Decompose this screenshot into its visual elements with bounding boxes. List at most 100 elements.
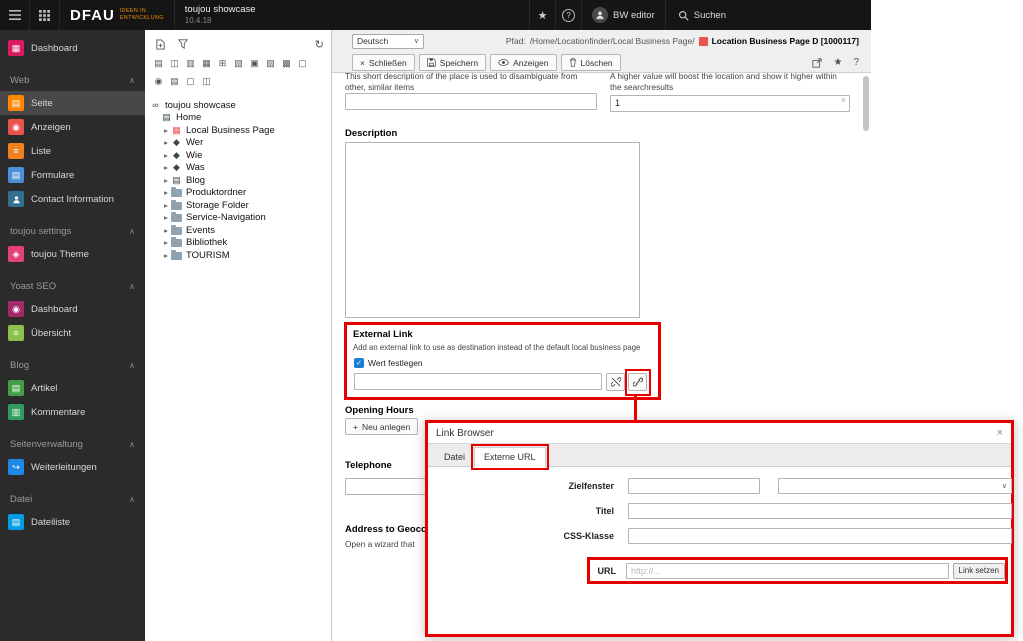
description-textarea[interactable]: [345, 142, 640, 318]
expander-icon[interactable]: ▸: [161, 201, 171, 210]
expander-icon[interactable]: ▸: [161, 138, 171, 147]
page-type-icon[interactable]: ◉: [152, 74, 165, 88]
view-button[interactable]: Anzeigen: [490, 54, 557, 71]
set-link-button[interactable]: Link setzen: [952, 562, 1005, 579]
menu-collapse-button[interactable]: [0, 0, 30, 30]
open-in-window-icon[interactable]: [812, 57, 823, 68]
checkbox-checked-icon[interactable]: ✓: [354, 358, 364, 368]
bookmark-star-icon[interactable]: ★: [833, 57, 842, 68]
page-type-icon[interactable]: ⊞: [216, 56, 229, 70]
target-label: Zielfenster: [568, 481, 614, 491]
tree-item-blog[interactable]: ▸ ▤ Blog: [145, 174, 331, 187]
sidebar-item-yoast-dashboard[interactable]: ◉ Dashboard: [0, 297, 145, 321]
expander-icon[interactable]: ▸: [161, 163, 171, 172]
external-link-input[interactable]: [354, 373, 602, 390]
help-icon[interactable]: ?: [853, 57, 859, 68]
new-page-button[interactable]: [152, 36, 168, 52]
expander-icon[interactable]: ▸: [161, 188, 171, 197]
page-type-icon[interactable]: ▥: [184, 56, 197, 70]
expander-icon[interactable]: ▸: [161, 151, 171, 160]
page-type-icon[interactable]: ▢: [296, 56, 309, 70]
page-type-icon[interactable]: ▢: [184, 74, 197, 88]
tree-item-wer[interactable]: ▸ ◆ Wer: [145, 137, 331, 150]
shortdesc-input[interactable]: [345, 93, 597, 110]
title-input[interactable]: [628, 503, 1012, 519]
clear-icon[interactable]: ×: [841, 95, 846, 105]
new-record-button[interactable]: + Neu anlegen: [345, 418, 419, 435]
unlink-button[interactable]: [606, 373, 625, 391]
sidebar-item-seite[interactable]: ▤ Seite: [0, 91, 145, 115]
record-icon: [698, 36, 708, 46]
sidebar-section-yoast-seo[interactable]: Yoast SEO ∧: [0, 275, 145, 297]
page-type-icon[interactable]: ▤: [152, 56, 165, 70]
tree-item-tourism[interactable]: ▸ TOURISM: [145, 249, 331, 262]
page-type-icon[interactable]: ▩: [280, 56, 293, 70]
page-type-icon[interactable]: ▨: [264, 56, 277, 70]
sidebar-section-seitenverwaltung[interactable]: Seitenverwaltung ∧: [0, 433, 145, 455]
sidebar-item-toujou-theme[interactable]: ◈ toujou Theme: [0, 242, 145, 266]
filter-button[interactable]: [175, 36, 191, 52]
expander-icon[interactable]: ▸: [161, 251, 171, 260]
search-button[interactable]: Suchen: [664, 0, 738, 30]
page-type-icon[interactable]: ◫: [200, 74, 213, 88]
tree-item-produktordner[interactable]: ▸ Produktordner: [145, 187, 331, 200]
url-input[interactable]: [625, 562, 949, 579]
tab-externe-url[interactable]: Externe URL: [471, 444, 549, 470]
css-class-input[interactable]: [628, 528, 1012, 544]
sidebar-section-blog[interactable]: Blog ∧: [0, 354, 145, 376]
page-type-icon[interactable]: ◫: [168, 56, 181, 70]
language-select[interactable]: Deutsch ∨: [352, 33, 424, 49]
tree-item-home[interactable]: ▤ Home: [145, 112, 331, 125]
sidebar-item-uebersicht[interactable]: ≡ Übersicht: [0, 321, 145, 345]
expander-icon[interactable]: ▸: [161, 176, 171, 185]
page-type-icon[interactable]: ▧: [232, 56, 245, 70]
sidebar-item-weiterleitungen[interactable]: ↪ Weiterleitungen: [0, 455, 145, 479]
page-type-icon[interactable]: ▤: [168, 74, 181, 88]
sidebar-item-liste[interactable]: ≡ Liste: [0, 139, 145, 163]
set-value-checkbox[interactable]: ✓ Wert festlegen: [354, 358, 423, 368]
sidebar-section-toujou-settings[interactable]: toujou settings ∧: [0, 220, 145, 242]
user-menu[interactable]: BW editor: [581, 0, 665, 30]
scrollbar-thumb[interactable]: [863, 76, 869, 131]
sidebar-item-dashboard[interactable]: ▦ Dashboard: [0, 36, 145, 60]
docheader-row-1: Deutsch ∨ Pfad: /Home/Locationfinder/Loc…: [332, 30, 871, 52]
tree-item-bibliothek[interactable]: ▸ Bibliothek: [145, 237, 331, 250]
modal-close-icon[interactable]: ×: [997, 427, 1003, 439]
tree-item-service-navigation[interactable]: ▸ Service-Navigation: [145, 212, 331, 225]
tree-item-root[interactable]: ∞ toujou showcase: [145, 99, 331, 112]
link-browser-button[interactable]: [628, 373, 647, 391]
tree-item-was[interactable]: ▸ ◆ Was: [145, 162, 331, 175]
tab-datei[interactable]: Datei: [435, 448, 474, 466]
target-input[interactable]: [628, 478, 760, 494]
page-type-icon[interactable]: ▦: [200, 56, 213, 70]
sidebar-item-dateiliste[interactable]: ▤ Dateiliste: [0, 510, 145, 534]
module-menu-button[interactable]: [30, 0, 60, 30]
refresh-button[interactable]: ↻: [315, 38, 324, 51]
tree-item-wie[interactable]: ▸ ◆ Wie: [145, 149, 331, 162]
bookmark-button[interactable]: ★: [529, 0, 555, 30]
tree-item-storage-folder[interactable]: ▸ Storage Folder: [145, 199, 331, 212]
tree-item-local-business-page[interactable]: ▸ ▦ Local Business Page: [145, 124, 331, 137]
tree-item-events[interactable]: ▸ Events: [145, 224, 331, 237]
sidebar-section-datei[interactable]: Datei ∧: [0, 488, 145, 510]
delete-button[interactable]: Löschen: [560, 54, 621, 71]
expander-icon[interactable]: ▸: [161, 126, 171, 135]
save-button[interactable]: Speichern: [418, 54, 487, 71]
sidebar-item-formulare[interactable]: ▤ Formulare: [0, 163, 145, 187]
sidebar-section-web[interactable]: Web ∧: [0, 69, 145, 91]
boost-input[interactable]: [610, 94, 850, 112]
dfau-logo[interactable]: DFAU IDEEN IN ENTWICKLUNG: [60, 0, 174, 30]
sidebar-item-artikel[interactable]: ▤ Artikel: [0, 376, 145, 400]
help-menu-button[interactable]: ?: [555, 0, 581, 30]
sidebar-item-contact-information[interactable]: Contact Information: [0, 187, 145, 211]
sidebar-item-anzeigen[interactable]: ◉ Anzeigen: [0, 115, 145, 139]
page-type-icon[interactable]: ▣: [248, 56, 261, 70]
close-button[interactable]: × Schließen: [352, 54, 415, 71]
expander-icon[interactable]: ▸: [161, 238, 171, 247]
target-select[interactable]: ∨: [778, 478, 1012, 494]
expander-icon[interactable]: ▸: [161, 226, 171, 235]
chevron-up-icon: ∧: [129, 494, 135, 504]
expander-icon[interactable]: ▸: [161, 213, 171, 222]
sidebar-item-kommentare[interactable]: ▥ Kommentare: [0, 400, 145, 424]
breadcrumb: Pfad: /Home/Locationfinder/Local Busines…: [506, 36, 859, 46]
